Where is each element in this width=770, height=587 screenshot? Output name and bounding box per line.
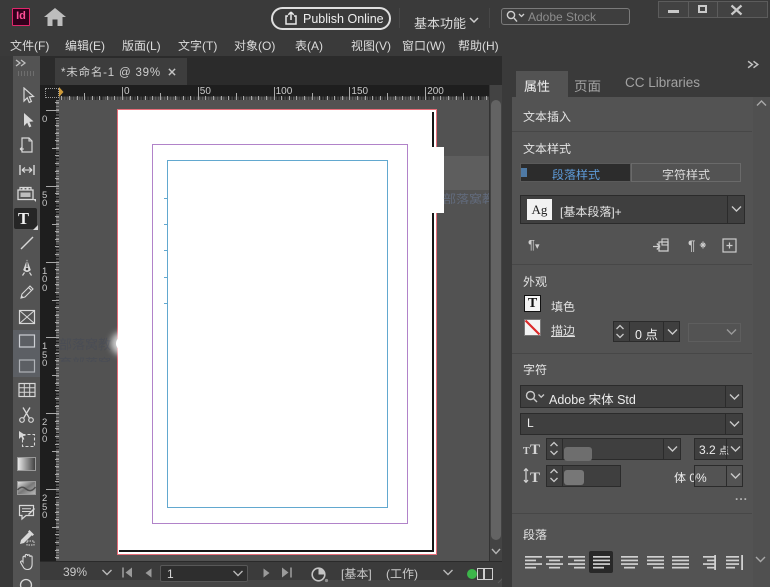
- svg-text:T: T: [523, 446, 530, 456]
- svg-text:T: T: [530, 442, 540, 456]
- svg-text:¶: ¶: [688, 238, 696, 253]
- svg-text:T: T: [530, 470, 540, 484]
